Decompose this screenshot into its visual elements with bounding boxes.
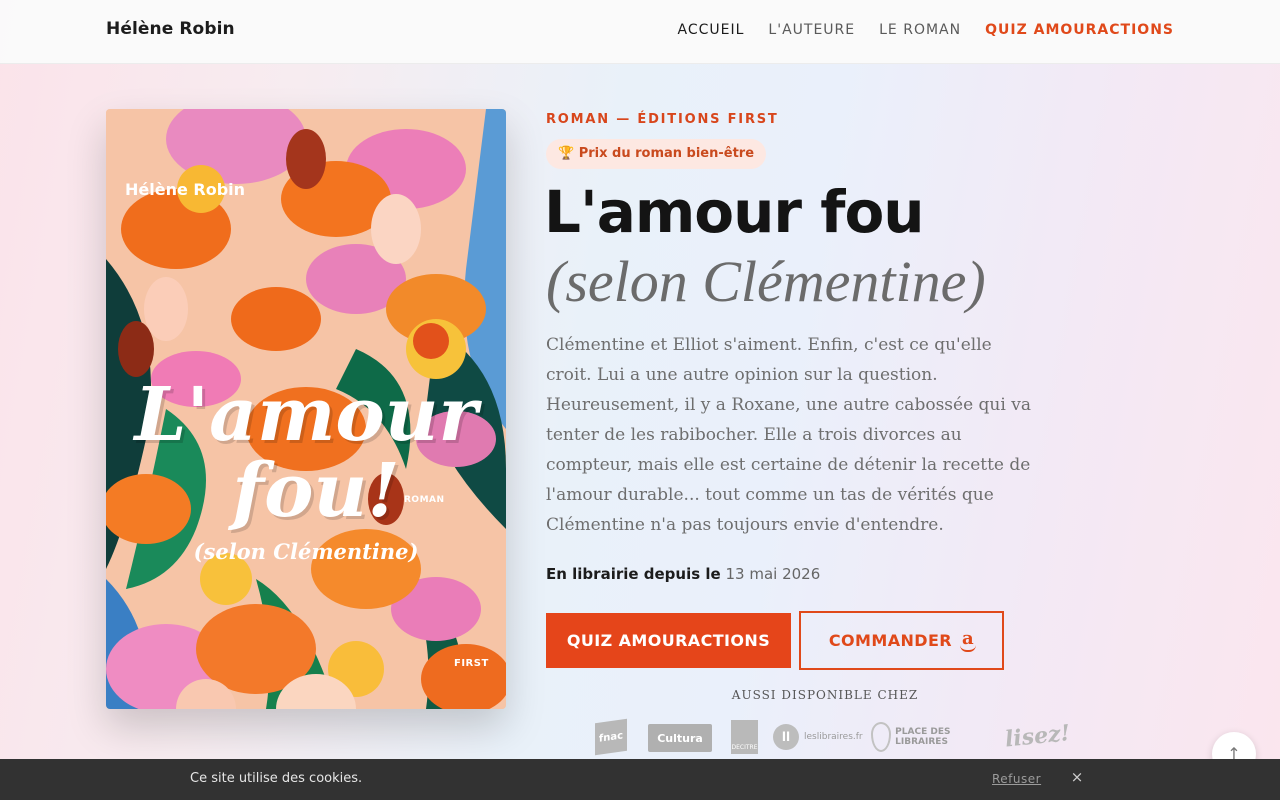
nav-link-quiz[interactable]: QUIZ AMOURACTIONS [985,22,1174,38]
nav-link-accueil[interactable]: ACCUEIL [678,22,745,38]
top-navigation-bar: Hélène Robin ACCUEIL L'AUTEURE LE ROMAN … [0,0,1280,64]
cover-title: L'amour fou! [106,377,506,529]
release-label: En librairie depuis le [546,565,721,583]
close-icon[interactable]: × [1068,768,1086,788]
site-brand[interactable]: Hélène Robin [106,19,235,39]
book-blurb: Clémentine et Elliot s'aiment. Enfin, c'… [546,335,1031,535]
page-subtitle: (selon Clémentine) [546,249,986,314]
release-info: En librairie depuis le 13 mai 2026 [546,565,820,583]
retailer-decitre-logo[interactable]: DECITRE [731,720,758,754]
page-title: L'amour fou [544,178,925,246]
book-kicker: ROMAN — ÉDITIONS FIRST [546,112,779,127]
cookie-banner: Ce site utilise des cookies. Refuser × [0,759,1280,800]
cover-title-line2: fou! [232,448,400,534]
quiz-button[interactable]: QUIZ AMOURACTIONS [546,613,791,668]
also-available-label: AUSSI DISPONIBLE CHEZ [731,688,919,702]
order-button-label: COMMANDER [828,631,952,650]
award-badge: 🏆 Prix du roman bien-être [546,139,767,169]
book-cover: Hélène Robin L'amour fou! ROMAN (selon C… [106,109,506,709]
retailer-leslibraires-label: leslibraires.fr [804,732,863,742]
retailer-cultura-logo[interactable]: Cultura [648,724,712,752]
main-nav: ACCUEIL L'AUTEURE LE ROMAN QUIZ AMOURACT… [678,22,1174,38]
cover-subtitle: (selon Clémentine) [193,539,419,564]
cookie-message: Ce site utilise des cookies. [190,771,363,786]
retailer-placedeslibraires-logo[interactable]: PLACE DES LIBRAIRES [871,718,995,756]
nav-link-roman[interactable]: LE ROMAN [879,22,961,38]
cover-author: Hélène Robin [125,180,246,199]
retailer-lisez-logo[interactable]: lisez! [1003,715,1072,758]
retailer-leslibraires-logo[interactable]: ll leslibraires.fr [773,718,865,756]
award-label: 🏆 Prix du roman bien-être [558,146,755,161]
amazon-icon: a [959,628,977,652]
cover-genre: ROMAN [404,495,445,505]
retailer-fnac-logo[interactable]: fnac [595,718,627,756]
release-date: 13 mai 2026 [725,565,821,583]
map-pin-icon [871,722,892,752]
nav-link-auteure[interactable]: L'AUTEURE [768,22,855,38]
cover-title-line1: L'amour [134,372,478,458]
cover-publisher-logo: FIRST [454,658,489,669]
leslibraires-icon: ll [773,724,799,750]
order-button[interactable]: COMMANDER a [799,611,1004,670]
retailer-placedeslibraires-label: PLACE DES LIBRAIRES [895,727,951,747]
cookie-refuse-link[interactable]: Refuser [992,772,1041,786]
